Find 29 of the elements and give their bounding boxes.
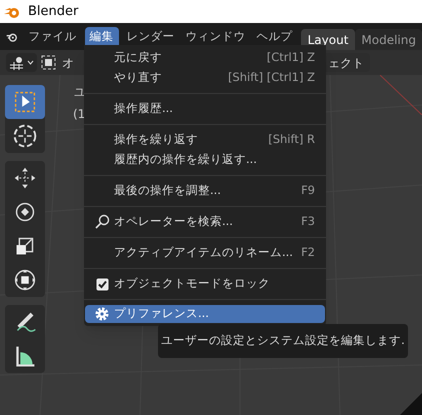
menu-item[interactable]: 最後の操作を調整... F9 — [85, 181, 325, 201]
checkbox[interactable] — [96, 278, 108, 290]
menu-item[interactable]: ヘルプ — [254, 26, 296, 46]
workspace-tab[interactable]: Modeling — [355, 29, 422, 50]
menu-item[interactable]: レンダー — [124, 26, 178, 46]
mode-label[interactable]: オ — [62, 54, 74, 72]
settings-icon — [94, 306, 110, 322]
tooltip: ユーザーの設定とシステム設定を編集します. — [158, 324, 408, 358]
search-icon — [94, 214, 110, 230]
axis-line — [380, 75, 422, 115]
caret-icon — [27, 60, 34, 65]
window-title: Blender — [28, 2, 78, 21]
menu-item[interactable]: 操作を繰り返す [Shift] R — [85, 130, 325, 150]
menu-item[interactable]: 操作履歴... — [85, 99, 325, 119]
menu-item[interactable]: 履歴内の操作を繰り返す... — [85, 150, 325, 170]
menu-item[interactable]: ウィンドウ — [182, 26, 249, 46]
mode-dropdown[interactable] — [6, 53, 37, 72]
menu-item[interactable]: プリファレンス... — [85, 305, 325, 323]
menu-item[interactable]: 編集 — [84, 26, 119, 46]
object-mode-icon — [9, 56, 25, 70]
menu-item[interactable]: アクティブアイテムのリネーム... F2 — [85, 243, 325, 263]
viewport-overlay-text: (1 — [73, 106, 86, 123]
menu-item[interactable]: ファイル — [26, 26, 80, 46]
menu-item[interactable]: オペレーターを検索... F3 — [85, 212, 325, 232]
menu-item[interactable]: オブジェクトモードをロック — [85, 274, 325, 294]
menu-item[interactable]: やり直す [Shift] [Ctrl1] Z — [85, 68, 325, 88]
viewport-corner — [400, 393, 422, 415]
menu-item[interactable]: 元に戻す [Ctrl1] Z — [85, 48, 325, 68]
box-select-icon[interactable] — [41, 55, 56, 70]
